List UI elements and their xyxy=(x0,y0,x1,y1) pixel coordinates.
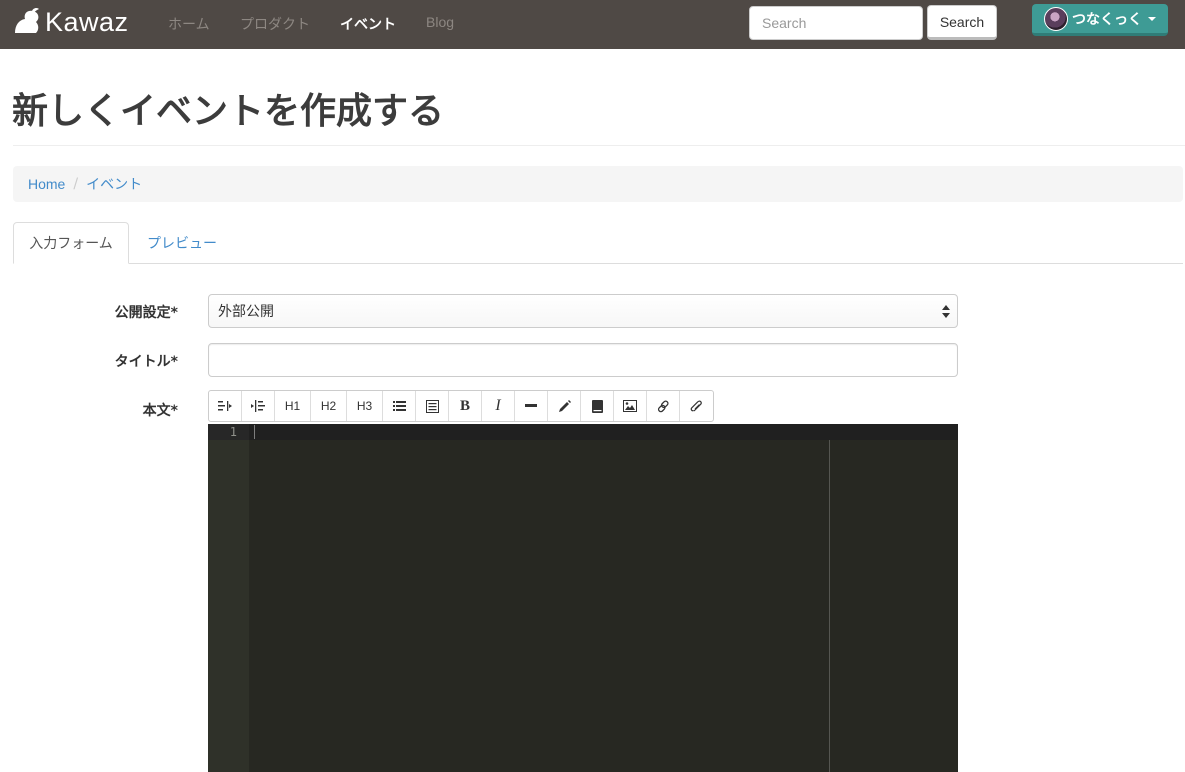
search-input[interactable] xyxy=(749,6,923,40)
header-divider xyxy=(13,145,1185,146)
book-icon xyxy=(591,399,603,413)
italic-label: I xyxy=(495,397,501,414)
italic-button[interactable]: I xyxy=(482,391,515,421)
visibility-select[interactable]: 外部公開 xyxy=(208,294,958,328)
outdent-icon xyxy=(218,401,232,411)
h1-button[interactable]: H1 xyxy=(275,391,311,421)
link-button[interactable] xyxy=(647,391,680,421)
attachment-icon xyxy=(690,400,702,411)
visibility-value: 外部公開 xyxy=(218,304,274,320)
line-number: 1 xyxy=(229,425,237,439)
bullet-list-button[interactable] xyxy=(383,391,416,421)
kawaz-bird-icon xyxy=(15,7,39,33)
indent-button[interactable] xyxy=(242,391,275,421)
nav-home[interactable]: ホーム xyxy=(168,14,210,34)
brand-logo[interactable]: Kawaz xyxy=(12,6,129,38)
user-menu-button[interactable]: つなくっく xyxy=(1032,4,1168,36)
image-icon xyxy=(623,400,637,412)
bold-label: B xyxy=(459,397,470,414)
pencil-icon xyxy=(558,399,571,412)
caret-down-icon xyxy=(1148,16,1156,21)
markdown-editor[interactable]: 1 xyxy=(208,424,958,772)
search-button[interactable]: Search xyxy=(927,5,997,40)
nav-blog[interactable]: Blog xyxy=(426,14,454,30)
indent-icon xyxy=(251,400,265,412)
bullet-list-icon xyxy=(392,401,406,411)
bold-button[interactable]: B xyxy=(449,391,482,421)
pencil-button[interactable] xyxy=(548,391,581,421)
book-button[interactable] xyxy=(581,391,614,421)
body-label: 本文* xyxy=(142,403,178,419)
print-margin xyxy=(829,440,830,772)
horizontal-rule-icon xyxy=(525,404,537,407)
brand-name: Kawaz xyxy=(45,6,129,37)
horizontal-rule-button[interactable] xyxy=(515,391,548,421)
page-title: 新しくイベントを作成する xyxy=(12,91,445,132)
top-navbar: Kawaz ホーム プロダクト イベント Blog Search つなくっく xyxy=(0,0,1185,49)
text-cursor xyxy=(254,425,255,439)
nav-events[interactable]: イベント xyxy=(340,14,396,34)
user-name: つなくっく xyxy=(1072,11,1142,28)
visibility-label: 公開設定* xyxy=(114,305,178,321)
select-arrows-icon xyxy=(942,305,950,319)
title-label: タイトル* xyxy=(114,354,178,370)
editor-gutter xyxy=(208,424,249,772)
attachment-button[interactable] xyxy=(680,391,713,421)
outdent-button[interactable] xyxy=(209,391,242,421)
link-icon xyxy=(657,399,669,412)
breadcrumb-events[interactable]: イベント xyxy=(86,174,142,194)
numbered-list-button[interactable] xyxy=(416,391,449,421)
breadcrumb-home[interactable]: Home xyxy=(28,176,65,192)
numbered-list-icon xyxy=(425,399,439,413)
markdown-toolbar: H1 H2 H3 B I xyxy=(208,390,714,422)
image-button[interactable] xyxy=(614,391,647,421)
breadcrumb-separator: / xyxy=(73,176,79,192)
breadcrumb: Home / イベント xyxy=(13,166,1183,202)
h2-button[interactable]: H2 xyxy=(311,391,347,421)
h3-button[interactable]: H3 xyxy=(347,391,383,421)
tab-preview[interactable]: プレビュー xyxy=(131,222,233,264)
tab-input-form[interactable]: 入力フォーム xyxy=(13,222,129,264)
avatar xyxy=(1044,6,1068,31)
title-input[interactable] xyxy=(208,343,958,377)
nav-products[interactable]: プロダクト xyxy=(240,14,310,34)
active-line-highlight xyxy=(208,424,958,440)
